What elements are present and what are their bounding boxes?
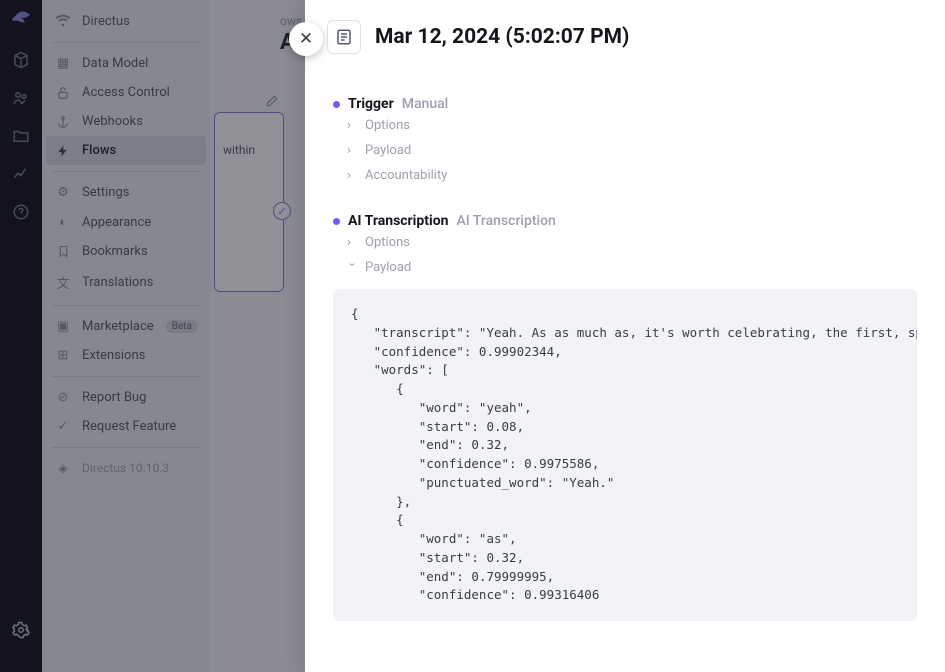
log-icon bbox=[327, 20, 361, 54]
disclosure-payload-open[interactable]: ›Payload bbox=[333, 254, 917, 279]
chevron-down-icon: › bbox=[345, 263, 360, 273]
chevron-right-icon: › bbox=[347, 118, 357, 133]
section-ai-transcription: AI Transcription AI Transcription ›Optio… bbox=[333, 213, 917, 621]
drawer-title: Mar 12, 2024 (5:02:07 PM) bbox=[375, 25, 629, 49]
section-subtitle: AI Transcription bbox=[456, 213, 555, 229]
chevron-right-icon: › bbox=[347, 143, 357, 158]
chevron-right-icon: › bbox=[347, 168, 357, 183]
chevron-right-icon: › bbox=[347, 235, 357, 250]
section-name: Trigger bbox=[348, 96, 394, 112]
section-subtitle: Manual bbox=[402, 96, 448, 112]
disclosure-options[interactable]: ›Options bbox=[333, 112, 917, 137]
disclosure-options[interactable]: ›Options bbox=[333, 229, 917, 254]
status-dot bbox=[333, 218, 340, 225]
disclosure-payload[interactable]: ›Payload bbox=[333, 137, 917, 162]
status-dot bbox=[333, 101, 340, 108]
log-drawer: ✕ Mar 12, 2024 (5:02:07 PM) Trigger Manu… bbox=[305, 0, 945, 672]
disclosure-accountability[interactable]: ›Accountability bbox=[333, 162, 917, 187]
payload-code-block[interactable]: { "transcript": "Yeah. As as much as, it… bbox=[333, 289, 917, 621]
section-name: AI Transcription bbox=[348, 213, 448, 229]
section-trigger: Trigger Manual ›Options ›Payload ›Accoun… bbox=[333, 96, 917, 187]
close-drawer-button[interactable]: ✕ bbox=[289, 22, 323, 56]
